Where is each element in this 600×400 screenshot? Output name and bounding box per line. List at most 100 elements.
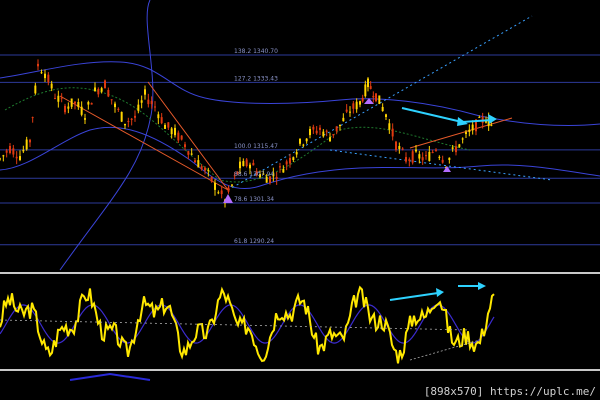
candle-body <box>70 98 73 107</box>
candle-body <box>60 97 63 99</box>
candle-body <box>367 78 369 88</box>
candle-body <box>47 74 50 83</box>
candle-body <box>322 131 325 137</box>
fib-label: 78.6 1301.34 <box>234 196 274 203</box>
candle-body <box>405 157 407 162</box>
candle-body <box>217 192 220 194</box>
candle-body <box>74 101 76 104</box>
candle-body <box>134 115 136 118</box>
candle-body <box>342 117 345 122</box>
candle-body <box>57 95 60 102</box>
candle-body <box>44 73 46 79</box>
candle-body <box>448 157 451 160</box>
candle-body <box>408 159 411 161</box>
candle-body <box>184 144 186 148</box>
candle-body <box>190 153 193 155</box>
candle-body <box>465 132 467 135</box>
candle-body <box>19 156 21 160</box>
candle-body <box>84 118 86 120</box>
candle-body <box>170 128 173 135</box>
candle-body <box>461 138 464 140</box>
candle-body <box>97 89 100 95</box>
candle-body <box>438 156 441 158</box>
candle-body <box>120 111 123 122</box>
fib-label: 100.0 1315.47 <box>234 143 278 150</box>
candle-body <box>110 99 113 101</box>
candle-body <box>285 161 288 165</box>
candle-body <box>40 72 43 74</box>
candle-body <box>15 156 18 159</box>
candle-body <box>80 106 83 115</box>
candle-body <box>471 124 474 131</box>
candle-body <box>329 137 331 142</box>
candle-body <box>90 102 93 105</box>
candle-body <box>34 85 37 94</box>
candle-body <box>359 101 361 105</box>
candle-body <box>335 126 338 132</box>
candle-body <box>64 105 66 113</box>
candle-body <box>339 124 341 126</box>
candle-body <box>210 176 213 182</box>
candle-body <box>312 126 315 130</box>
candle-body <box>451 147 454 149</box>
candle-body <box>107 89 110 97</box>
candle-body <box>428 151 431 161</box>
candle-body <box>124 123 126 126</box>
candle-body <box>54 98 56 100</box>
candle-body <box>319 127 321 130</box>
candle-body <box>214 182 216 190</box>
candle-body <box>25 139 28 150</box>
candle-body <box>309 129 311 136</box>
candle-body <box>242 161 245 167</box>
price-chart: 138.2 1340.70 127.2 1333.43 100.0 1315.47 8… <box>0 0 600 400</box>
candle-body <box>325 130 328 132</box>
candle-body <box>204 167 206 171</box>
candle-body <box>282 168 285 173</box>
candle-body <box>239 161 241 169</box>
candle-body <box>279 166 281 168</box>
candle-body <box>485 121 487 123</box>
candle-body <box>245 159 248 167</box>
candle-body <box>177 132 180 141</box>
candle-body <box>94 87 96 92</box>
candle-body <box>411 151 414 163</box>
candle-body <box>315 130 318 134</box>
candle-body <box>490 124 493 126</box>
candle-body <box>415 149 417 152</box>
candle-body <box>67 106 70 109</box>
candle-body <box>5 150 8 153</box>
candle-body <box>31 117 34 119</box>
candle-body <box>381 106 384 112</box>
candle-body <box>197 160 200 168</box>
candle-body <box>100 88 103 92</box>
candle-body <box>200 166 203 170</box>
candle-body <box>207 170 210 172</box>
fib-label: 61.8 1290.24 <box>234 238 274 245</box>
candle-body <box>372 95 375 98</box>
candle-body <box>114 103 116 108</box>
candle-body <box>220 190 223 195</box>
candle-body <box>295 152 298 155</box>
candle-body <box>421 157 424 161</box>
candle-body <box>2 155 5 157</box>
candle-body <box>117 108 120 110</box>
candle-body <box>369 86 372 89</box>
candle-body <box>355 101 358 110</box>
candle-body <box>441 159 444 163</box>
candle-body <box>385 114 387 117</box>
candle-body <box>275 176 278 179</box>
candle-body <box>167 122 170 128</box>
candle-body <box>345 109 348 112</box>
candle-body <box>194 160 196 163</box>
candle-body <box>388 123 391 130</box>
candle-body <box>231 184 233 186</box>
candle-body <box>22 149 25 152</box>
candle-body <box>227 187 230 192</box>
fib-label: 138.2 1340.70 <box>234 48 278 55</box>
candle-body <box>418 154 421 159</box>
candle-body <box>140 100 143 103</box>
candle-body <box>395 141 397 150</box>
candle-body <box>77 102 80 108</box>
candle-body <box>12 148 15 155</box>
candle-body <box>29 139 31 143</box>
